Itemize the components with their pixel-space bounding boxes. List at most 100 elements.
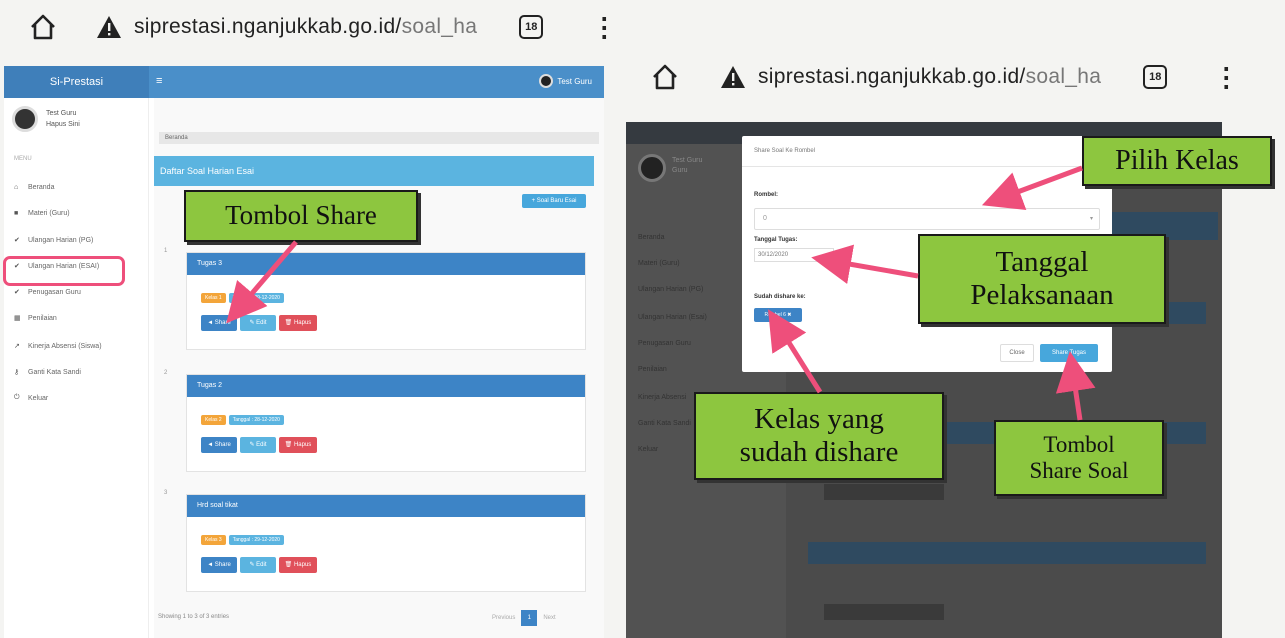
profile-role: Hapus Sini — [46, 121, 80, 128]
pager-previous[interactable]: Previous — [492, 615, 515, 621]
brand-logo[interactable]: Si-Prestasi — [4, 66, 149, 98]
card-title: Tugas 3 — [187, 253, 585, 275]
callout-pilih-kelas: Pilih Kelas — [1082, 136, 1272, 186]
class-badge: Kelas 1 — [201, 293, 226, 303]
date-badge: Tanggal : 29-12-2020 — [228, 535, 284, 545]
card-number: 1 — [164, 248, 168, 254]
share-button[interactable]: ◄ Share — [201, 557, 237, 573]
url-text[interactable]: siprestasi.nganjukkab.go.id/soal_ha — [134, 15, 477, 39]
sidebar-item-label: Beranda — [28, 184, 55, 191]
hamburger-icon[interactable]: ≡ — [156, 75, 162, 87]
add-question-button[interactable]: + Soal Baru Esai — [522, 194, 586, 208]
more-menu-icon[interactable]: ⋮ — [1213, 64, 1239, 90]
edit-button[interactable]: ✎ Edit — [240, 315, 276, 331]
sidebar-item-beranda[interactable]: Beranda — [638, 234, 664, 241]
top-navbar: Si-Prestasi ≡ Test Guru — [4, 66, 604, 98]
warning-icon — [721, 66, 745, 88]
date-badge: Tanggal : 29-12-2020 — [228, 293, 284, 303]
shared-class-button[interactable]: Rombel 6 ✖ — [754, 308, 802, 322]
table-icon: ▦ — [14, 315, 21, 322]
profile-name: Test Guru — [46, 110, 77, 117]
check-icon: ✔ — [14, 237, 20, 244]
profile-name: Test Guru — [672, 157, 703, 164]
callout-tanggal-pelaksanaan: Tanggal Pelaksanaan — [918, 234, 1166, 324]
class-badge: Kelas 2 — [201, 415, 226, 425]
avatar — [638, 154, 666, 182]
background-button-row — [824, 604, 944, 620]
question-card: Tugas 2 Kelas 2 Tanggal : 28-12-2020 ◄ Sh… — [186, 374, 586, 472]
breadcrumb[interactable]: Beranda — [159, 132, 599, 144]
question-card: Tugas 3 Kelas 1 Tanggal : 29-12-2020 ◄ Sh… — [186, 252, 586, 350]
top-user-menu[interactable]: Test Guru — [539, 74, 592, 88]
page-title: Daftar Soal Harian Esai — [154, 156, 594, 186]
url-path: soal_ha — [401, 15, 478, 38]
sidebar-item-label: Ganti Kata Sandi — [28, 368, 81, 376]
profile-panel: Test Guru Hapus Sini — [12, 106, 80, 132]
sidebar-item-penilaian[interactable]: ▦ Penilaian — [14, 314, 57, 323]
callout-text: Pilih Kelas — [1115, 144, 1239, 176]
pager-next[interactable]: Next — [543, 615, 555, 621]
table-info: Showing 1 to 3 of 3 entries — [158, 614, 230, 620]
edit-button[interactable]: ✎ Edit — [240, 437, 276, 453]
top-user-name: Test Guru — [557, 76, 592, 86]
sidebar-item-keluar[interactable]: ⏻ Keluar — [14, 394, 48, 402]
sidebar-item-materi[interactable]: Materi (Guru) — [638, 260, 680, 267]
edit-button[interactable]: ✎ Edit — [240, 557, 276, 573]
sidebar-item-penilaian[interactable]: Penilaian — [638, 366, 667, 373]
delete-button[interactable]: 🗑 Hapus — [279, 557, 317, 573]
sidebar-item-penugasan[interactable]: Penugasan Guru — [638, 340, 691, 347]
callout-text: Pelaksanaan — [970, 279, 1114, 311]
main-content: Beranda Daftar Soal Harian Esai + Soal B… — [154, 98, 604, 638]
rombel-label: Rombel: — [754, 192, 778, 198]
date-input[interactable]: 30/12/2020 — [754, 248, 834, 262]
home-icon: ⌂ — [14, 184, 19, 191]
profile-panel: Test Guru Guru — [672, 156, 702, 176]
url-host: siprestasi.nganjukkab.go.id/ — [134, 15, 402, 38]
sidebar-item-ganti-sandi[interactable]: ⚷ Ganti Kata Sandi — [14, 368, 81, 377]
background-card-header — [808, 542, 1206, 564]
sidebar-item-ganti-sandi[interactable]: Ganti Kata Sandi — [638, 420, 691, 427]
right-app-screenshot: Test Guru Guru Beranda Materi (Guru) Ulan… — [626, 122, 1222, 638]
callout-text: Tanggal — [995, 245, 1089, 278]
sidebar-highlight-box — [3, 256, 125, 286]
share-task-button[interactable]: Share Tugas — [1040, 344, 1098, 362]
date-label: Tanggal Tugas: — [754, 237, 798, 243]
callout-text: Tombol Share — [225, 200, 377, 231]
home-icon[interactable] — [650, 62, 680, 92]
url-text[interactable]: siprestasi.nganjukkab.go.id/soal_ha — [758, 65, 1101, 89]
card-number: 3 — [164, 490, 168, 496]
sidebar-item-materi[interactable]: ■ Materi (Guru) — [14, 210, 70, 217]
home-icon[interactable] — [28, 12, 58, 42]
sidebar-item-label: Kinerja Absensi (Siswa) — [28, 342, 102, 350]
tab-count-button[interactable]: 18 — [1143, 65, 1168, 89]
sidebar-item-keluar[interactable]: Keluar — [638, 446, 658, 453]
rombel-select[interactable]: 0 ▾ — [754, 208, 1100, 230]
left-app-screenshot: Si-Prestasi ≡ Test Guru Test Guru Hapus S… — [4, 66, 604, 638]
modal-title: Share Soal Ke Rombel — [754, 148, 816, 154]
question-card: Hrd soal tikat Kelas 3 Tanggal : 29-12-20… — [186, 494, 586, 592]
more-menu-icon[interactable]: ⋮ — [591, 14, 617, 40]
pager-current[interactable]: 1 — [521, 610, 538, 626]
tab-count-button[interactable]: 18 — [519, 15, 544, 39]
sidebar-item-kinerja[interactable]: Kinerja Absensi — [638, 394, 686, 401]
sidebar-item-kinerja[interactable]: ↗ Kinerja Absensi (Siswa) — [14, 342, 102, 351]
sidebar-item-beranda[interactable]: ⌂ Beranda — [14, 184, 54, 191]
sidebar-item-penugasan[interactable]: ✔ Penugasan Guru — [14, 288, 81, 297]
modal-divider — [742, 166, 1112, 167]
sidebar-item-ulangan-pg[interactable]: Ulangan Harian (PG) — [638, 286, 703, 293]
sidebar-item-ulangan-pg[interactable]: ✔ Ulangan Harian (PG) — [14, 236, 94, 245]
share-button[interactable]: ◄ Share — [201, 315, 237, 331]
sidebar-item-label: Keluar — [28, 394, 49, 402]
close-button[interactable]: Close — [1000, 344, 1034, 362]
delete-button[interactable]: 🗑 Hapus — [279, 315, 317, 331]
share-button[interactable]: ◄ Share — [201, 437, 237, 453]
check-icon: ✔ — [14, 289, 20, 296]
sidebar-item-label: Ulangan Harian (PG) — [28, 236, 94, 244]
sidebar: Test Guru Hapus Sini MENU ⌂ Beranda ■ Mater… — [4, 98, 149, 638]
sidebar-item-ulangan-esai[interactable]: Ulangan Harian (Esai) — [638, 314, 707, 321]
url-path: soal_ha — [1025, 65, 1102, 88]
delete-button[interactable]: 🗑 Hapus — [279, 437, 317, 453]
callout-text: Kelas yang — [754, 402, 884, 435]
callout-kelas-dishare: Kelas yang sudah dishare — [694, 392, 944, 480]
key-icon: ⚷ — [14, 369, 20, 376]
